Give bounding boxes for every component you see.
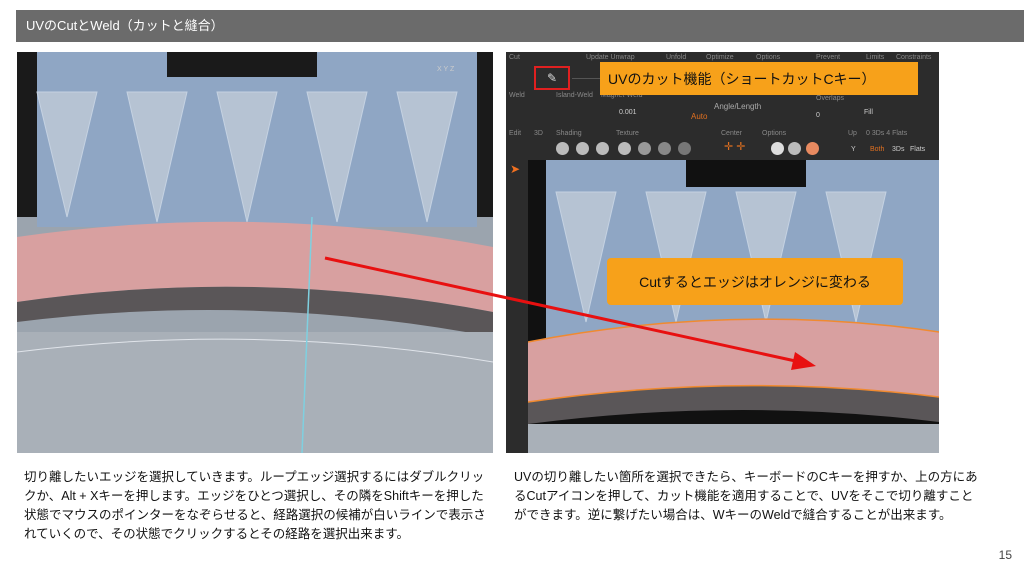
description-left: 切り離したいエッジを選択していきます。ループエッジ選択するにはダブルクリックか、… xyxy=(24,470,486,541)
description-right: UVの切り離したい箇所を選択できたら、キーボードのCキーを押すか、上の方にあるC… xyxy=(514,470,978,522)
page-number: 15 xyxy=(998,548,1012,562)
